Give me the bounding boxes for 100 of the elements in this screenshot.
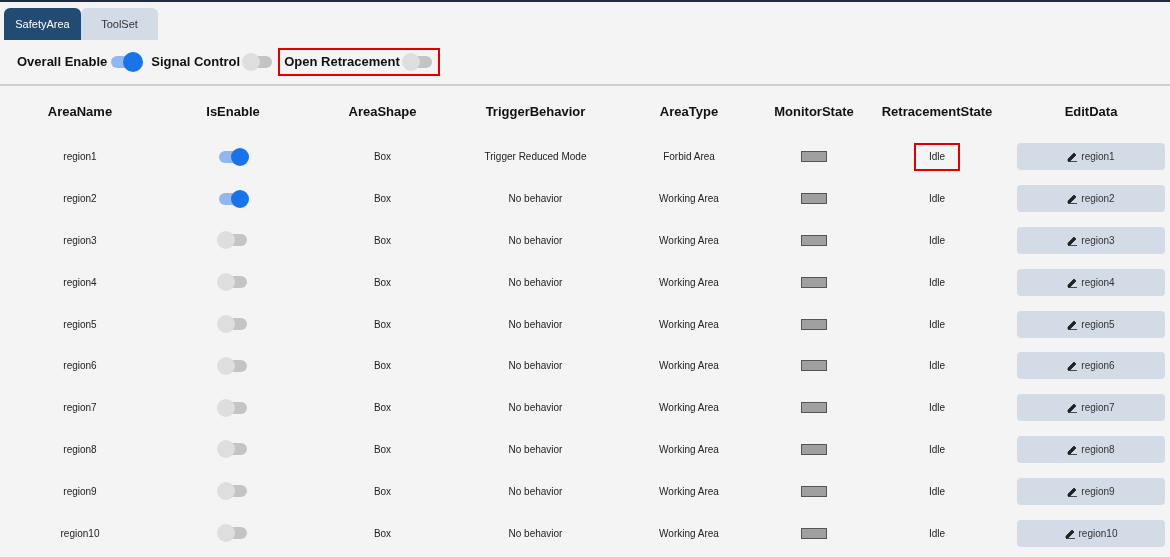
table-cell-text: Working Area: [659, 442, 719, 457]
table-cell-text: region4: [63, 275, 97, 290]
table-cell-text: No behavior: [508, 234, 563, 248]
edit-button[interactable]: region8: [1017, 435, 1165, 463]
column-header: AreaShape: [348, 103, 417, 122]
toggle-switch[interactable]: [217, 314, 249, 335]
status-indicator: [801, 276, 827, 288]
table-cell: Idle: [914, 142, 960, 171]
table-cell-text: No behavior: [508, 442, 563, 457]
edit-button[interactable]: region5: [1017, 310, 1165, 338]
table-cell-text: Working Area: [659, 275, 719, 290]
table-cell-text: No behavior: [508, 359, 563, 374]
edit-button[interactable]: region6: [1017, 352, 1165, 380]
status-indicator: [801, 443, 827, 455]
switch-label: Open Retracement: [284, 53, 400, 72]
table-cell-text: Working Area: [659, 317, 719, 332]
table-cell-text: Idle: [927, 526, 947, 541]
table-cell-text: Working Area: [659, 526, 719, 541]
table-cell-text: Idle: [927, 275, 947, 290]
toggle-switch[interactable]: [109, 51, 144, 73]
table-cell-text: Box: [373, 275, 392, 290]
table-cell-text: Box: [373, 317, 392, 332]
table-cell-text: No behavior: [508, 401, 563, 416]
column-header: MonitorState: [774, 103, 854, 122]
table-cell-text: Trigger Reduced Mode: [484, 150, 587, 165]
toggle-switch[interactable]: [217, 439, 249, 460]
toggle-switch[interactable]: [217, 230, 249, 251]
status-indicator: [801, 318, 827, 330]
tab[interactable]: ToolSet: [81, 8, 158, 40]
toggle-switch[interactable]: [217, 523, 249, 544]
table-cell-text: Working Area: [659, 401, 719, 416]
table-cell-text: Box: [373, 359, 392, 374]
pencil-icon: [1067, 193, 1079, 205]
table-cell-text: Idle: [927, 234, 947, 248]
table-cell-text: No behavior: [508, 192, 563, 207]
table-cell-text: Box: [373, 401, 392, 416]
edit-button[interactable]: region10: [1017, 519, 1165, 547]
table-cell-text: region5: [63, 317, 97, 332]
table-cell-text: Idle: [927, 359, 947, 374]
edit-button[interactable]: region3: [1017, 227, 1165, 254]
table-cell-text: No behavior: [508, 484, 563, 499]
edit-button[interactable]: region1: [1017, 143, 1165, 171]
table-cell-text: region6: [63, 359, 97, 374]
pencil-icon: [1067, 318, 1079, 330]
tab[interactable]: SafetyArea: [4, 8, 81, 40]
toggle-switch[interactable]: [217, 272, 249, 293]
pencil-icon: [1067, 360, 1079, 372]
edit-button[interactable]: region9: [1017, 477, 1165, 505]
table-cell-text: region2: [63, 192, 97, 207]
switch-label: Overall Enable: [17, 53, 108, 72]
toggle-switch[interactable]: [401, 52, 434, 72]
table-cell-text: Idle: [927, 484, 947, 499]
pencil-icon: [1064, 527, 1076, 539]
column-header: AreaName: [47, 103, 113, 122]
status-indicator: [801, 151, 827, 163]
table-cell-text: Working Area: [659, 359, 719, 374]
table-cell-text: Idle: [927, 317, 947, 332]
toggle-switch[interactable]: [217, 188, 249, 209]
pencil-icon: [1067, 485, 1079, 497]
pencil-icon: [1067, 443, 1079, 455]
table-cell-text: region3: [63, 234, 97, 248]
toggle-switch[interactable]: [217, 146, 249, 167]
edit-button[interactable]: region4: [1017, 268, 1165, 296]
table-cell-text: Idle: [927, 192, 947, 207]
switch-label: Signal Control: [151, 53, 241, 72]
edit-button[interactable]: region7: [1017, 394, 1165, 422]
table-cell-text: Forbid Area: [663, 150, 715, 165]
toggle-switch[interactable]: [217, 397, 249, 418]
table-cell-text: Idle: [927, 442, 947, 457]
status-indicator: [801, 485, 827, 497]
table-cell-text: region9: [63, 484, 97, 499]
table-cell-text: Working Area: [659, 484, 719, 499]
status-indicator: [801, 402, 827, 414]
table-cell-text: region1: [63, 150, 97, 165]
toggle-switch[interactable]: [217, 481, 249, 502]
table-cell-text: Idle: [927, 401, 947, 416]
table-cell-text: Working Area: [659, 192, 719, 207]
pencil-icon: [1067, 151, 1079, 163]
column-header: EditData: [1064, 103, 1118, 122]
edit-button[interactable]: region2: [1017, 185, 1165, 213]
table-cell-text: Box: [373, 234, 392, 248]
table-cell-text: Box: [373, 442, 392, 457]
table-cell-text: No behavior: [508, 275, 563, 290]
table-cell-text: region7: [63, 401, 97, 416]
table-cell-text: No behavior: [508, 317, 563, 332]
table-cell-text: Box: [373, 526, 392, 541]
column-header: RetracementState: [881, 103, 993, 122]
toggle-switch[interactable]: [217, 355, 249, 376]
column-header: IsEnable: [206, 103, 260, 122]
table-cell-text: Box: [373, 192, 392, 207]
table-cell-text: region8: [63, 442, 97, 457]
table-cell-text: region10: [60, 526, 100, 541]
pencil-icon: [1067, 402, 1079, 414]
column-header: TriggerBehavior: [485, 103, 586, 122]
table-cell-text: Working Area: [659, 234, 719, 248]
table-cell-text: Box: [373, 150, 392, 165]
status-indicator: [801, 527, 827, 539]
status-indicator: [801, 193, 827, 205]
column-header: AreaType: [659, 103, 719, 122]
status-indicator: [801, 235, 827, 246]
